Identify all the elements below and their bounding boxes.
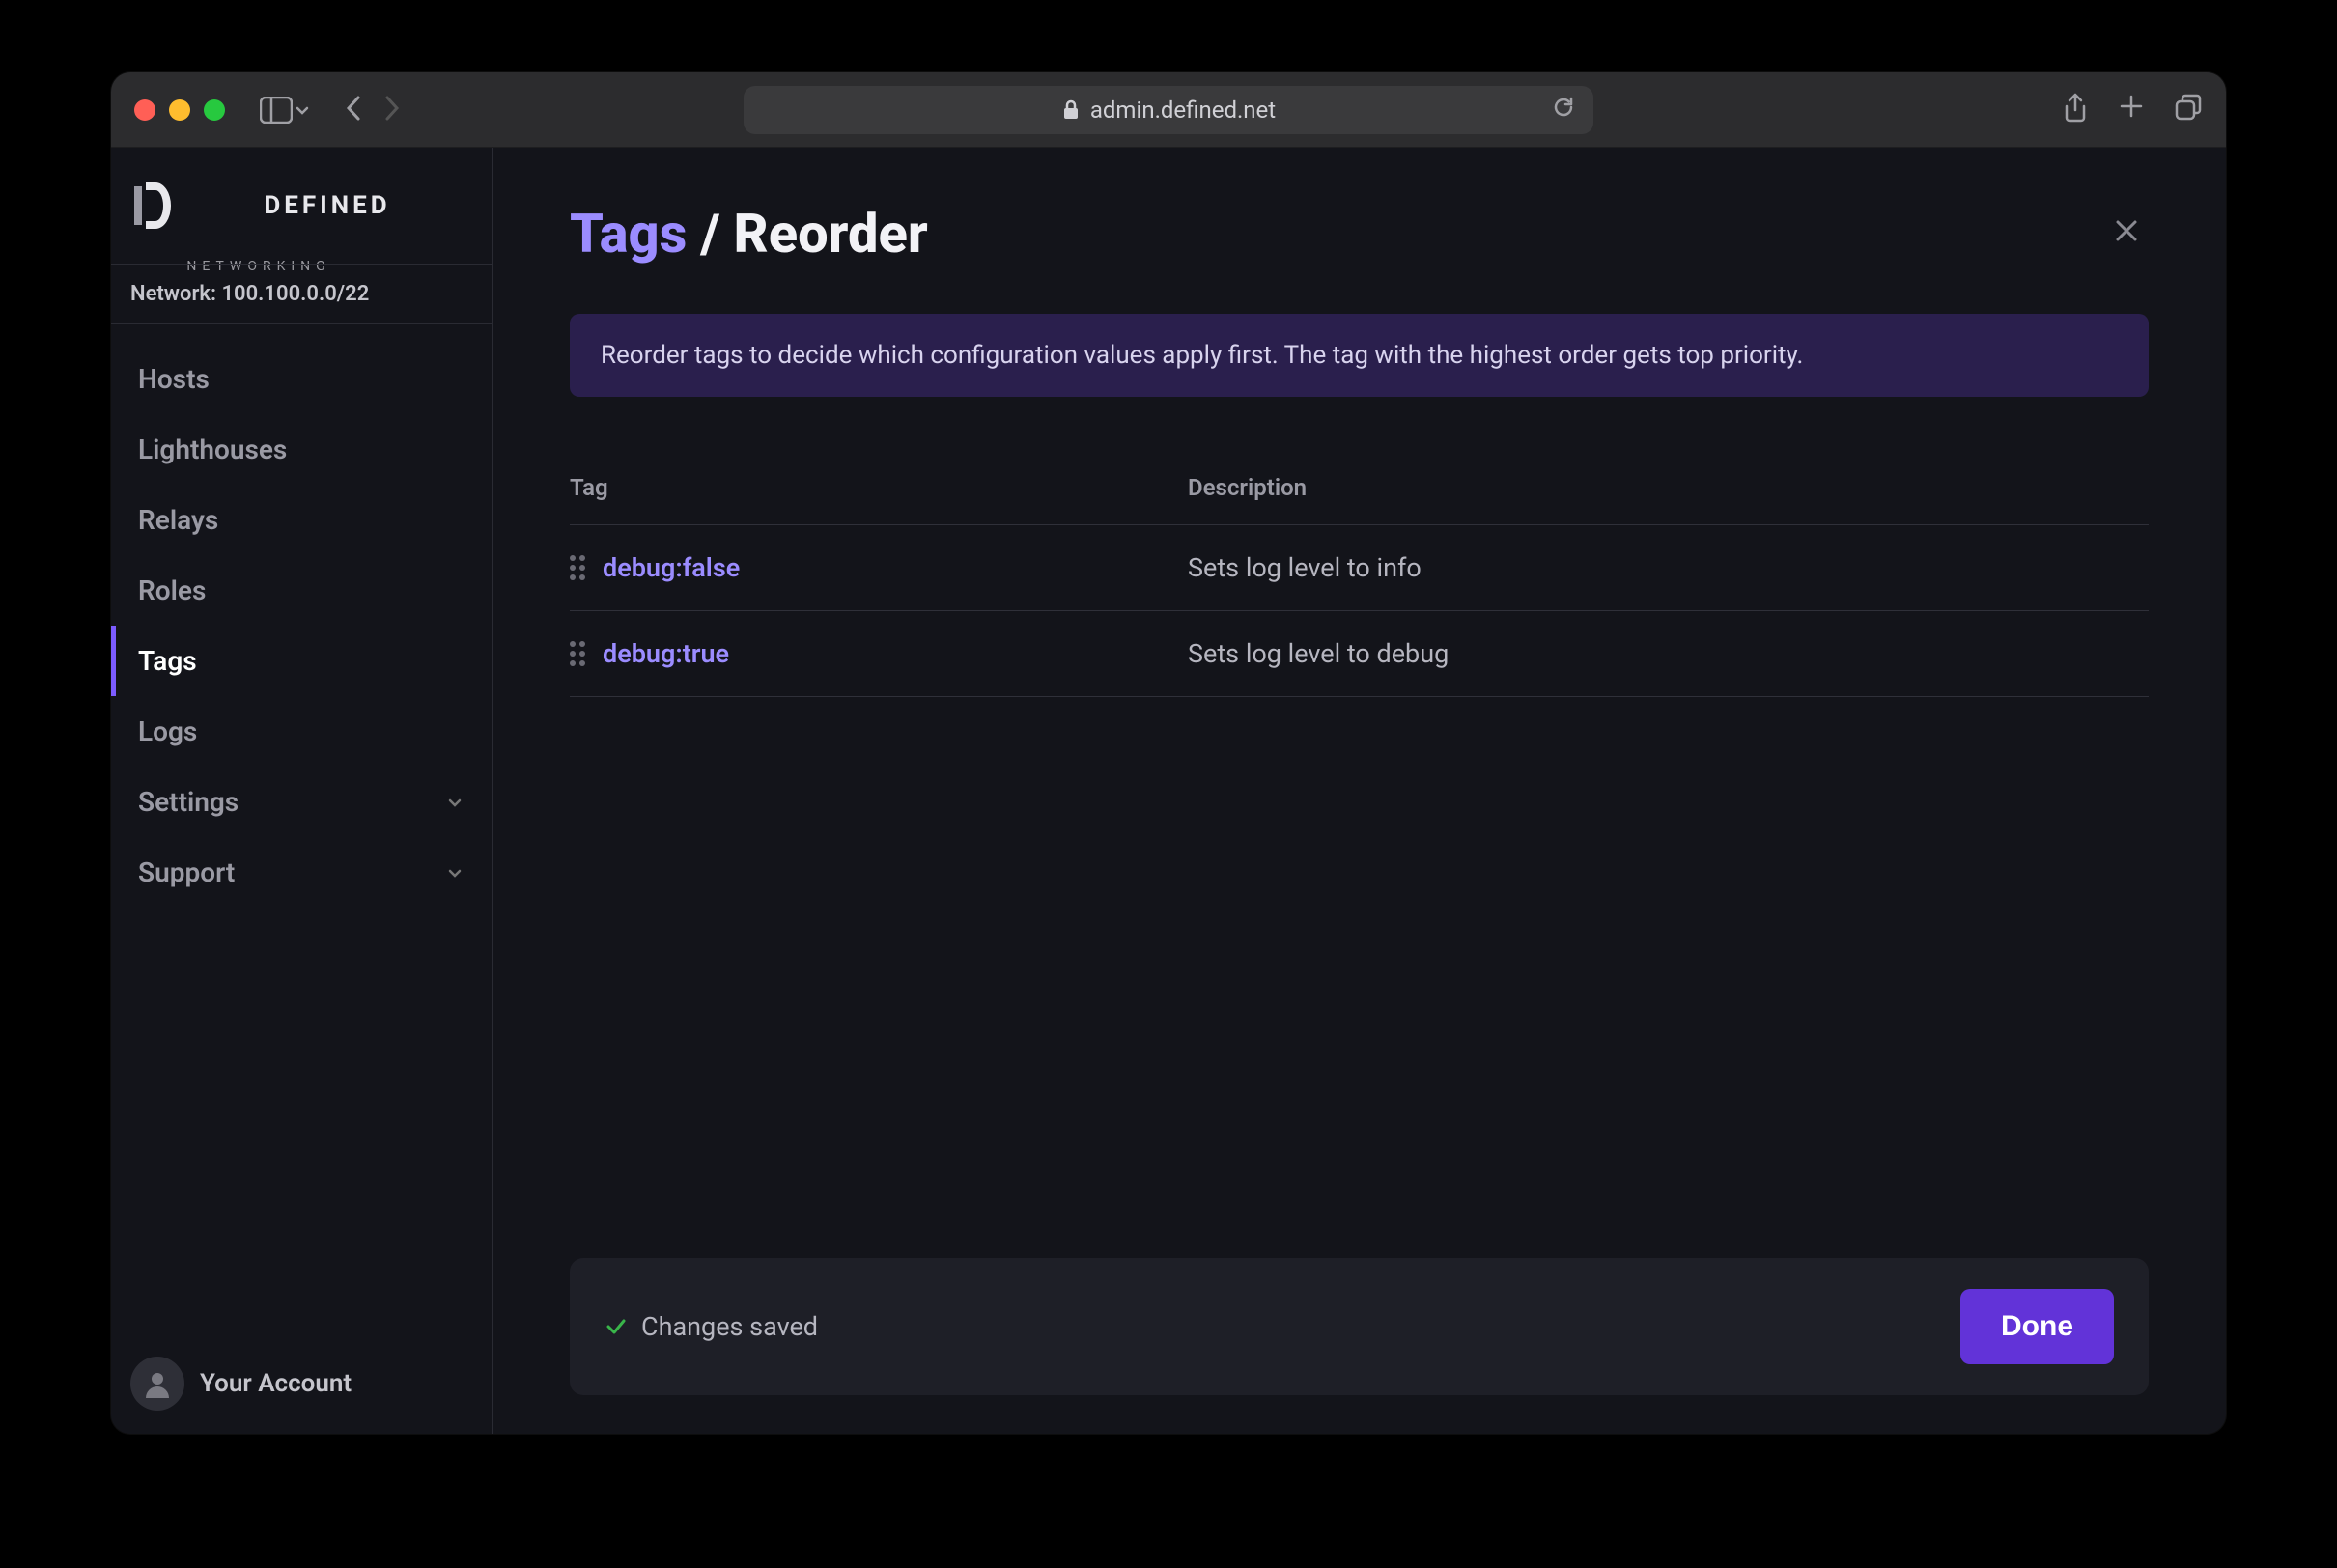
sidebar-item-label: Lighthouses <box>138 434 287 465</box>
check-icon <box>605 1315 628 1338</box>
table-row[interactable]: debug:false Sets log level to info <box>570 525 2149 611</box>
status-message: Changes saved <box>605 1311 818 1342</box>
main-content: Tags / Reorder Reorder tags to decide wh… <box>493 148 2226 1434</box>
sidebar-nav: Hosts Lighthouses Relays Roles Tags Logs… <box>111 324 492 1333</box>
chevron-down-icon[interactable] <box>295 102 310 118</box>
minimize-window-button[interactable] <box>169 99 190 121</box>
close-button[interactable] <box>2104 206 2149 262</box>
sidebar-icon <box>260 97 293 124</box>
table-row[interactable]: debug:true Sets log level to debug <box>570 611 2149 697</box>
drag-handle-icon[interactable] <box>570 641 585 666</box>
tags-table: Tag Description debug:false Sets log lev… <box>570 474 2149 697</box>
url-bar[interactable]: admin.defined.net <box>744 86 1593 134</box>
tag-name: debug:true <box>603 638 729 669</box>
sidebar-item-label: Logs <box>138 715 197 747</box>
column-header-tag: Tag <box>570 474 1188 501</box>
logo-mark-icon <box>134 179 171 233</box>
sidebar: DEFINED NETWORKING Network: 100.100.0.0/… <box>111 148 493 1434</box>
maximize-window-button[interactable] <box>204 99 225 121</box>
tag-description: Sets log level to debug <box>1188 638 2149 669</box>
status-text: Changes saved <box>641 1311 818 1342</box>
sidebar-item-support[interactable]: Support <box>111 837 492 908</box>
footer-bar: Changes saved Done <box>570 1258 2149 1395</box>
close-icon <box>2112 216 2141 245</box>
table-header: Tag Description <box>570 474 2149 525</box>
url-text: admin.defined.net <box>1090 97 1276 124</box>
sidebar-item-relays[interactable]: Relays <box>111 485 492 555</box>
close-window-button[interactable] <box>134 99 155 121</box>
forward-button[interactable] <box>380 94 403 126</box>
reload-button[interactable] <box>1551 95 1576 126</box>
page-title: Tags / Reorder <box>570 202 928 266</box>
sidebar-item-label: Support <box>138 856 235 888</box>
titlebar: admin.defined.net <box>111 72 2226 148</box>
sidebar-item-label: Hosts <box>138 363 210 395</box>
tag-description: Sets log level to info <box>1188 552 2149 583</box>
sidebar-item-label: Tags <box>138 645 197 677</box>
account-menu[interactable]: Your Account <box>111 1333 492 1434</box>
plus-icon <box>2118 93 2145 120</box>
sidebar-toggle-button[interactable] <box>260 97 310 124</box>
window-controls <box>134 99 225 121</box>
logo-text: DEFINED NETWORKING <box>186 148 467 274</box>
chevron-down-icon <box>445 863 465 882</box>
column-header-description: Description <box>1188 474 2149 501</box>
tabs-icon <box>2174 93 2203 122</box>
tag-name: debug:false <box>603 552 740 583</box>
back-button[interactable] <box>343 94 366 126</box>
drag-handle-icon[interactable] <box>570 555 585 580</box>
avatar <box>130 1357 184 1411</box>
tabs-button[interactable] <box>2174 93 2203 127</box>
sidebar-item-settings[interactable]: Settings <box>111 767 492 837</box>
sidebar-item-label: Relays <box>138 504 218 536</box>
chevron-down-icon <box>445 793 465 812</box>
sidebar-item-hosts[interactable]: Hosts <box>111 344 492 414</box>
share-icon <box>2062 93 2089 124</box>
user-icon <box>143 1369 172 1398</box>
lock-icon <box>1061 99 1081 121</box>
logo[interactable]: DEFINED NETWORKING <box>111 148 492 264</box>
share-button[interactable] <box>2062 93 2089 127</box>
browser-window: admin.defined.net <box>111 72 2226 1434</box>
network-info[interactable]: Network: 100.100.0.0/22 <box>111 264 492 324</box>
done-button[interactable]: Done <box>1960 1289 2114 1364</box>
sidebar-item-label: Settings <box>138 786 239 818</box>
account-label: Your Account <box>200 1369 352 1398</box>
sidebar-item-label: Roles <box>138 574 206 606</box>
sidebar-item-tags[interactable]: Tags <box>111 626 492 696</box>
info-banner: Reorder tags to decide which configurati… <box>570 314 2149 397</box>
sidebar-item-lighthouses[interactable]: Lighthouses <box>111 414 492 485</box>
new-tab-button[interactable] <box>2118 93 2145 127</box>
sidebar-item-roles[interactable]: Roles <box>111 555 492 626</box>
sidebar-item-logs[interactable]: Logs <box>111 696 492 767</box>
